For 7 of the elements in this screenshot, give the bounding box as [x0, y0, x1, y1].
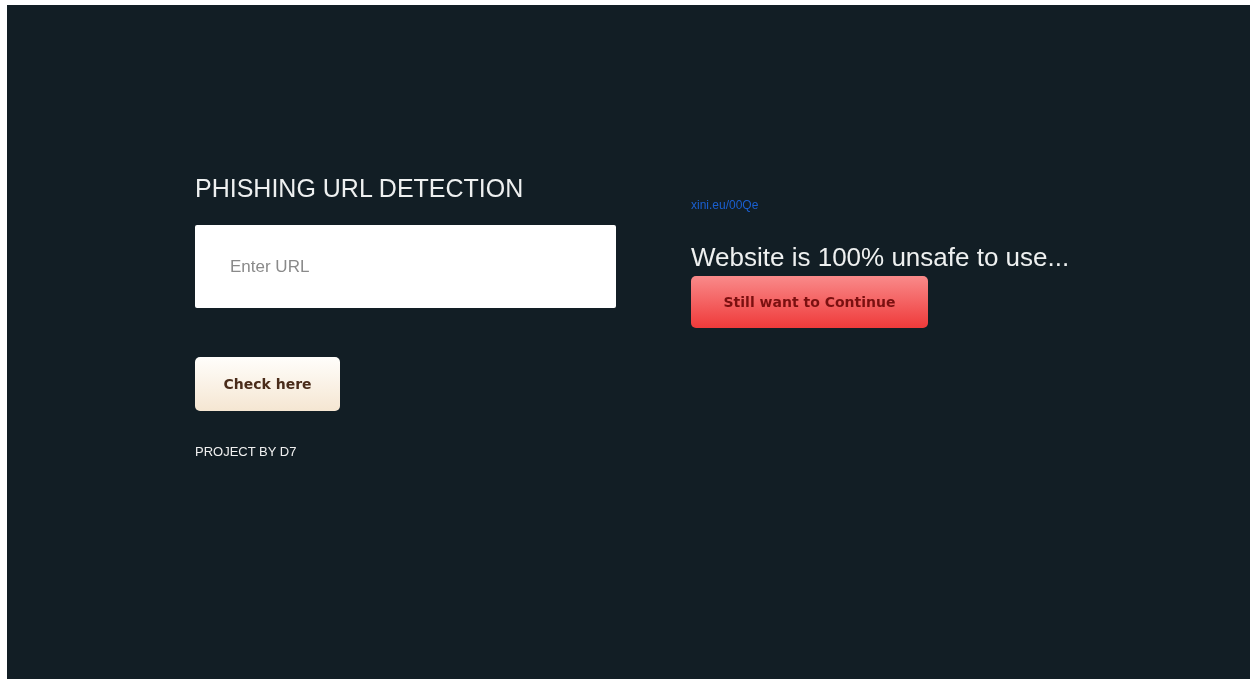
credit-text: PROJECT BY D7 [195, 444, 297, 459]
continue-button[interactable]: Still want to Continue [691, 276, 928, 328]
check-button[interactable]: Check here [195, 357, 340, 411]
url-input-field[interactable]: Enter URL [195, 225, 616, 308]
url-link[interactable]: xini.eu/00Qe [691, 198, 759, 212]
page-title: PHISHING URL DETECTION [195, 173, 524, 203]
result-message: Website is 100% unsafe to use... [691, 242, 1070, 272]
